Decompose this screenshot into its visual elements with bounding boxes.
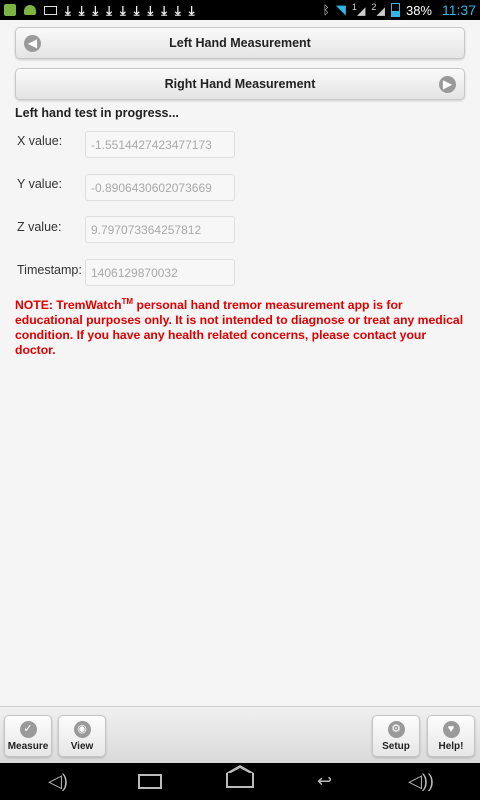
x-value-field[interactable] xyxy=(85,131,235,158)
check-circle-icon: ✓ xyxy=(19,721,37,738)
left-hand-measurement-button[interactable]: ◀ Left Hand Measurement xyxy=(15,27,465,59)
mail-icon xyxy=(44,5,57,15)
measure-label: Measure xyxy=(7,741,49,752)
y-value-field[interactable] xyxy=(85,174,235,201)
download-icon: ⤓ xyxy=(133,2,140,18)
status-bar: ⤓ ⤓ ⤓ ⤓ ⤓ ⤓ ⤓ ⤓ ⤓ ⤓ ᛒ ◥ 1◢ 2◢ 38% 11:37 xyxy=(0,0,480,20)
signal-sim2-icon: 2◢ xyxy=(371,2,385,18)
disclaimer-note: NOTE: TremWatchTM personal hand tremor m… xyxy=(15,294,465,358)
volume-up-icon[interactable]: ◁)) xyxy=(408,771,434,791)
right-hand-button-label: Right Hand Measurement xyxy=(164,77,316,91)
setup-label: Setup xyxy=(382,741,410,752)
recent-apps-icon[interactable] xyxy=(138,774,162,789)
help-label: Help! xyxy=(438,741,464,752)
download-icon: ⤓ xyxy=(92,2,99,18)
download-icon: ⤓ xyxy=(106,2,112,18)
test-status-text: Left hand test in progress... xyxy=(15,106,179,120)
trademark-mark: TM xyxy=(121,297,134,306)
measure-button[interactable]: ✓ Measure xyxy=(4,715,52,757)
wifi-icon: ◥ xyxy=(335,2,346,17)
right-hand-measurement-button[interactable]: Right Hand Measurement ▶ xyxy=(15,68,465,100)
eye-icon: ◉ xyxy=(73,721,91,738)
download-icon: ⤓ xyxy=(147,2,154,18)
download-icon: ⤓ xyxy=(188,2,195,18)
left-hand-button-label: Left Hand Measurement xyxy=(169,36,311,50)
download-icon: ⤓ xyxy=(65,2,71,18)
x-value-label: X value: xyxy=(17,134,63,148)
download-icon: ⤓ xyxy=(161,2,167,18)
bluetooth-icon: ᛒ xyxy=(322,3,330,17)
battery-icon xyxy=(390,3,400,17)
volume-down-icon[interactable]: ◁) xyxy=(48,771,68,791)
z-value-label: Z value: xyxy=(17,220,62,234)
system-icons: ᛒ ◥ 1◢ 2◢ 38% 11:37 xyxy=(323,2,476,18)
download-icon: ⤓ xyxy=(175,2,181,18)
z-value-field[interactable] xyxy=(85,216,235,243)
gear-icon: ⚙ xyxy=(387,721,405,738)
signal-sim1-icon: 1◢ xyxy=(351,2,366,18)
navigation-bar: ◁) ↩ ◁)) xyxy=(0,763,480,800)
y-value-label: Y value: xyxy=(17,177,62,191)
download-icon: ⤓ xyxy=(120,2,126,18)
view-button[interactable]: ◉ View xyxy=(58,715,106,757)
arrow-right-circle-icon: ▶ xyxy=(439,76,456,93)
timestamp-label: Timestamp: xyxy=(17,263,82,277)
battery-percent: 38% xyxy=(405,2,432,18)
heart-icon: ♥ xyxy=(442,721,460,738)
setup-button[interactable]: ⚙ Setup xyxy=(372,715,420,757)
download-icon: ⤓ xyxy=(78,2,85,18)
app-notification-icon xyxy=(4,4,16,16)
timestamp-field[interactable] xyxy=(85,259,235,286)
back-icon[interactable]: ↩ xyxy=(317,771,332,791)
note-prefix: NOTE: TremWatch xyxy=(15,298,122,312)
footer-toolbar: ✓ Measure ◉ View ⚙ Setup ♥ Help! xyxy=(0,706,480,763)
clock: 11:37 xyxy=(442,2,476,18)
arrow-left-circle-icon: ◀ xyxy=(24,35,41,52)
view-label: View xyxy=(70,741,94,752)
home-icon[interactable] xyxy=(226,765,254,788)
notification-icons: ⤓ ⤓ ⤓ ⤓ ⤓ ⤓ ⤓ ⤓ ⤓ ⤓ xyxy=(4,4,195,17)
help-button[interactable]: ♥ Help! xyxy=(427,715,475,757)
android-icon xyxy=(24,5,36,15)
